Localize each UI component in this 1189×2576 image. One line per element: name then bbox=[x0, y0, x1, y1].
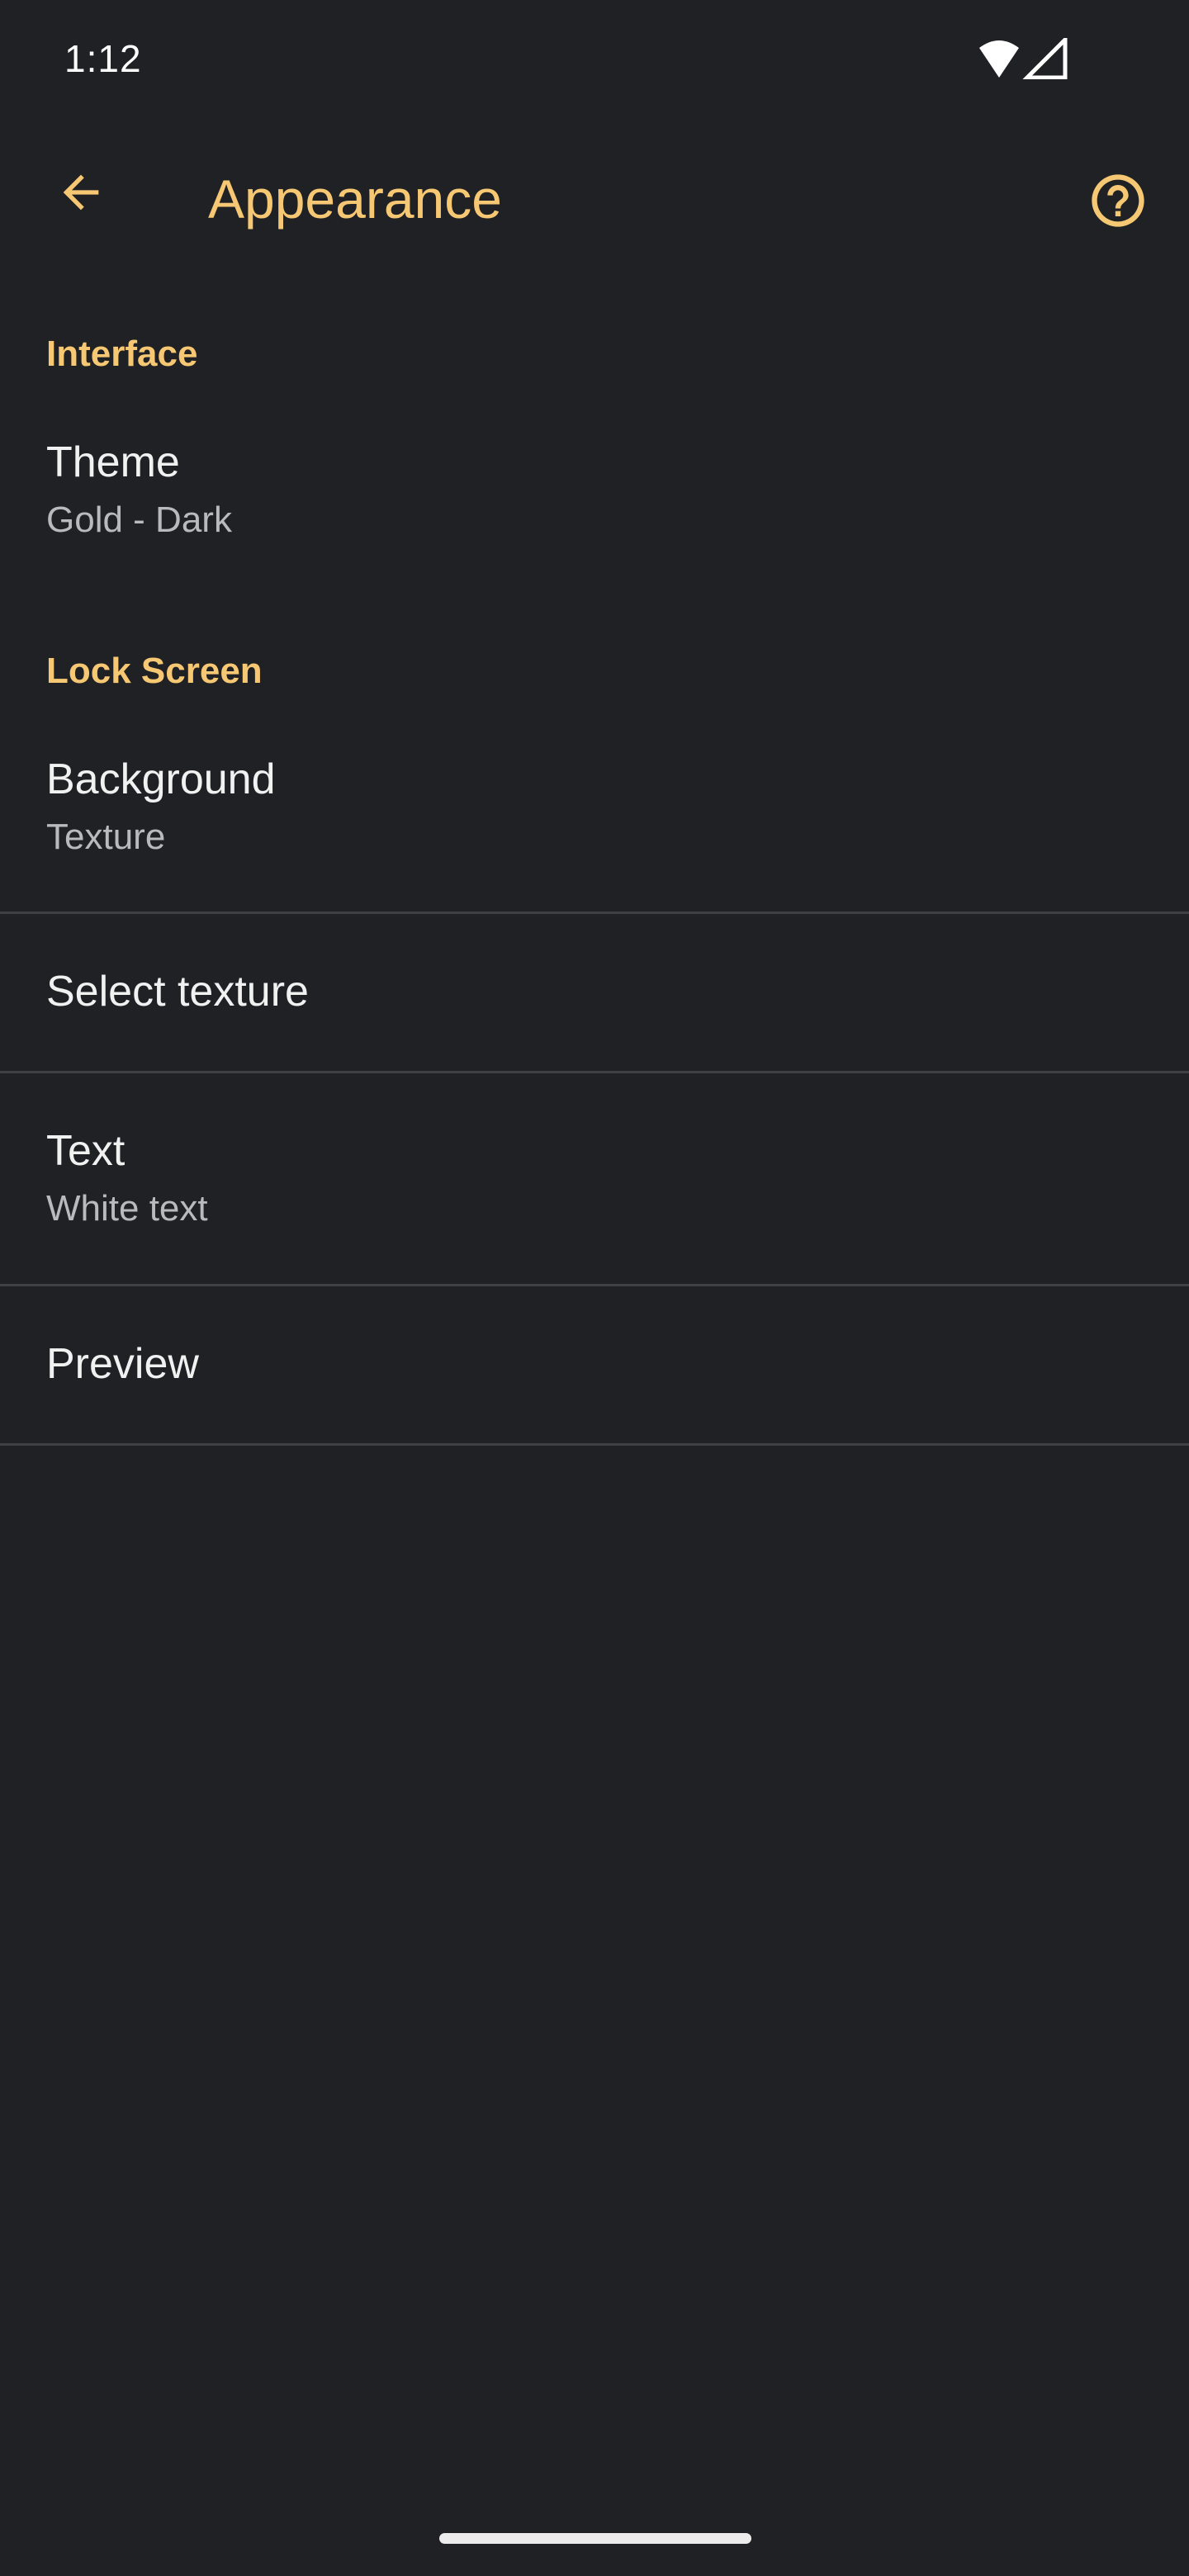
divider bbox=[0, 1443, 1189, 1446]
theme-preference[interactable]: Theme Gold - Dark bbox=[0, 413, 1189, 578]
app-bar: Appearance bbox=[0, 120, 1189, 285]
help-button[interactable] bbox=[1078, 161, 1158, 240]
preview-preference[interactable]: Preview bbox=[0, 1286, 1189, 1443]
text-preference[interactable]: Text White text bbox=[0, 1073, 1189, 1284]
status-icons bbox=[979, 34, 1070, 80]
theme-summary: Gold - Dark bbox=[46, 500, 232, 540]
section-header-lock-screen: Lock Screen bbox=[46, 651, 263, 691]
back-button[interactable] bbox=[41, 153, 121, 232]
select-texture-preference[interactable]: Select texture bbox=[0, 914, 1189, 1071]
cell-signal-icon bbox=[1021, 34, 1068, 80]
status-bar: 1:12 bbox=[0, 0, 1189, 120]
section-header-interface: Interface bbox=[46, 334, 198, 374]
background-title: Background bbox=[46, 755, 276, 803]
text-title: Text bbox=[46, 1127, 126, 1175]
select-texture-title: Select texture bbox=[46, 968, 309, 1016]
text-summary: White text bbox=[46, 1188, 208, 1229]
wifi-icon bbox=[979, 40, 1019, 78]
arrow-back-icon bbox=[63, 174, 99, 211]
background-preference[interactable]: Background Texture bbox=[0, 730, 1189, 912]
help-circle-icon bbox=[1092, 174, 1144, 227]
preview-title: Preview bbox=[46, 1340, 199, 1388]
theme-title: Theme bbox=[46, 438, 180, 486]
background-summary: Texture bbox=[46, 817, 166, 857]
home-indicator[interactable] bbox=[439, 2533, 751, 2544]
status-time: 1:12 bbox=[64, 37, 142, 80]
page-title: Appearance bbox=[208, 168, 502, 230]
